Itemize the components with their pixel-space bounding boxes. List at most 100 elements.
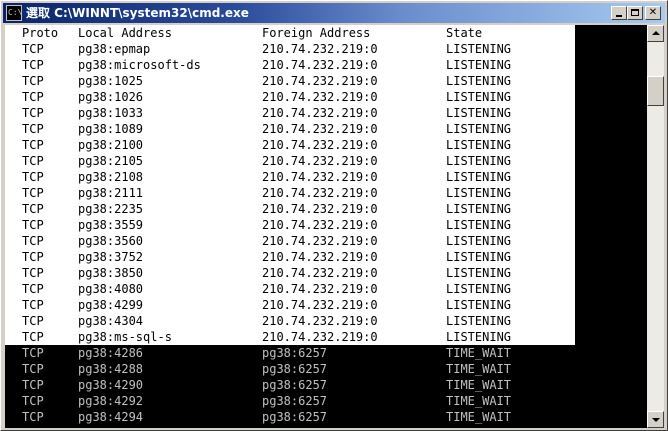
table-row: TCP pg38:2111 210.74.232.219:0 LISTENING [5, 185, 575, 201]
cell-state: LISTENING [446, 298, 512, 312]
title-bar[interactable]: C:\ 選取 C:\WINNT\system32\cmd.exe ✕ [3, 3, 665, 23]
cell-local-address: pg38:4299 [78, 298, 144, 312]
scroll-down-button[interactable] [647, 411, 664, 428]
table-row: TCP pg38:4304 210.74.232.219:0 LISTENING [5, 313, 575, 329]
window-title: 選取 C:\WINNT\system32\cmd.exe [26, 6, 249, 20]
cell-proto: TCP [22, 282, 44, 296]
table-row: TCP pg38:1033 210.74.232.219:0 LISTENING [5, 105, 575, 121]
cell-foreign-address: 210.74.232.219:0 [262, 314, 378, 328]
cell-foreign-address: 210.74.232.219:0 [262, 250, 378, 264]
table-row: TCP pg38:1025 210.74.232.219:0 LISTENING [5, 73, 575, 89]
cell-foreign-address: 210.74.232.219:0 [262, 170, 378, 184]
cmd-window: C:\ 選取 C:\WINNT\system32\cmd.exe ✕ Proto… [0, 0, 668, 431]
cell-state: LISTENING [446, 90, 512, 104]
header-local-address: Local Address [78, 26, 172, 40]
cell-state: LISTENING [446, 266, 512, 280]
cell-proto: TCP [22, 394, 44, 408]
cell-local-address: pg38:2108 [78, 170, 144, 184]
arrow-down-icon [652, 418, 660, 422]
cell-foreign-address: pg38:6257 [262, 410, 328, 424]
scrollbar-thumb[interactable] [647, 75, 664, 106]
vertical-scrollbar[interactable] [647, 25, 664, 428]
cell-state: LISTENING [446, 234, 512, 248]
table-row: TCP pg38:4299 210.74.232.219:0 LISTENING [5, 297, 575, 313]
cell-local-address: pg38:3559 [78, 218, 144, 232]
cell-local-address: pg38:microsoft-ds [78, 58, 201, 72]
cell-proto: TCP [22, 298, 44, 312]
table-row: TCP pg38:3560 210.74.232.219:0 LISTENING [5, 233, 575, 249]
table-row: TCP pg38:epmap 210.74.232.219:0 LISTENING [5, 41, 575, 57]
cell-proto: TCP [22, 58, 44, 72]
cell-foreign-address: 210.74.232.219:0 [262, 138, 378, 152]
cell-foreign-address: 210.74.232.219:0 [262, 58, 378, 72]
cell-state: LISTENING [446, 186, 512, 200]
cell-proto: TCP [22, 138, 44, 152]
cell-local-address: pg38:2235 [78, 202, 144, 216]
cell-state: LISTENING [446, 282, 512, 296]
cell-foreign-address: 210.74.232.219:0 [262, 122, 378, 136]
cmd-console-icon[interactable]: C:\ [6, 5, 22, 21]
cell-proto: TCP [22, 250, 44, 264]
cell-state: LISTENING [446, 154, 512, 168]
cell-proto: TCP [22, 346, 44, 360]
cell-proto: TCP [22, 218, 44, 232]
cell-proto: TCP [22, 202, 44, 216]
cell-foreign-address: 210.74.232.219:0 [262, 218, 378, 232]
cell-state: LISTENING [446, 202, 512, 216]
cell-state: LISTENING [446, 42, 512, 56]
cell-foreign-address: pg38:6257 [262, 346, 328, 360]
cell-foreign-address: 210.74.232.219:0 [262, 234, 378, 248]
cell-proto: TCP [22, 186, 44, 200]
maximize-icon [631, 9, 639, 16]
netstat-table: Proto Local Address Foreign Address Stat… [5, 25, 647, 425]
cell-proto: TCP [22, 234, 44, 248]
cell-proto: TCP [22, 154, 44, 168]
cell-state: LISTENING [446, 170, 512, 184]
header-foreign-address: Foreign Address [262, 26, 371, 40]
table-row: TCP pg38:1089 210.74.232.219:0 LISTENING [5, 121, 575, 137]
cell-state: TIME_WAIT [446, 346, 512, 360]
close-icon: ✕ [648, 7, 658, 18]
cell-state: LISTENING [446, 314, 512, 328]
table-row: TCP pg38:4294 pg38:6257 TIME_WAIT [5, 409, 647, 425]
table-row: TCP pg38:4286 pg38:6257 TIME_WAIT [5, 345, 647, 361]
cell-proto: TCP [22, 314, 44, 328]
minimize-icon [616, 15, 622, 17]
cell-foreign-address: pg38:6257 [262, 394, 328, 408]
cell-local-address: pg38:4286 [78, 346, 144, 360]
maximize-button[interactable] [627, 6, 643, 20]
cell-local-address: pg38:2100 [78, 138, 144, 152]
header-proto: Proto [22, 26, 59, 40]
cell-state: TIME_WAIT [446, 378, 512, 392]
table-row: TCP pg38:2100 210.74.232.219:0 LISTENING [5, 137, 575, 153]
table-row: TCP pg38:3559 210.74.232.219:0 LISTENING [5, 217, 575, 233]
cell-foreign-address: 210.74.232.219:0 [262, 42, 378, 56]
cell-state: LISTENING [446, 138, 512, 152]
cell-local-address: pg38:4294 [78, 410, 144, 424]
cell-proto: TCP [22, 330, 44, 344]
cell-local-address: pg38:1026 [78, 90, 144, 104]
cell-state: LISTENING [446, 218, 512, 232]
table-row: TCP pg38:3752 210.74.232.219:0 LISTENING [5, 249, 575, 265]
arrow-up-icon [652, 31, 660, 35]
cell-proto: TCP [22, 266, 44, 280]
scroll-up-button[interactable] [647, 25, 664, 42]
cell-local-address: pg38:2105 [78, 154, 144, 168]
cell-proto: TCP [22, 42, 44, 56]
cell-state: LISTENING [446, 250, 512, 264]
cell-proto: TCP [22, 74, 44, 88]
cell-proto: TCP [22, 362, 44, 376]
minimize-button[interactable] [611, 6, 627, 20]
table-row: TCP pg38:4080 210.74.232.219:0 LISTENING [5, 281, 575, 297]
close-button[interactable]: ✕ [645, 6, 661, 20]
cell-state: LISTENING [446, 106, 512, 120]
table-row: TCP pg38:3850 210.74.232.219:0 LISTENING [5, 265, 575, 281]
cell-local-address: pg38:1033 [78, 106, 144, 120]
cell-foreign-address: 210.74.232.219:0 [262, 74, 378, 88]
console-output[interactable]: Proto Local Address Foreign Address Stat… [5, 25, 647, 428]
cell-foreign-address: 210.74.232.219:0 [262, 330, 378, 344]
cell-local-address: pg38:4304 [78, 314, 144, 328]
cell-proto: TCP [22, 90, 44, 104]
table-row: TCP pg38:2235 210.74.232.219:0 LISTENING [5, 201, 575, 217]
cell-proto: TCP [22, 122, 44, 136]
